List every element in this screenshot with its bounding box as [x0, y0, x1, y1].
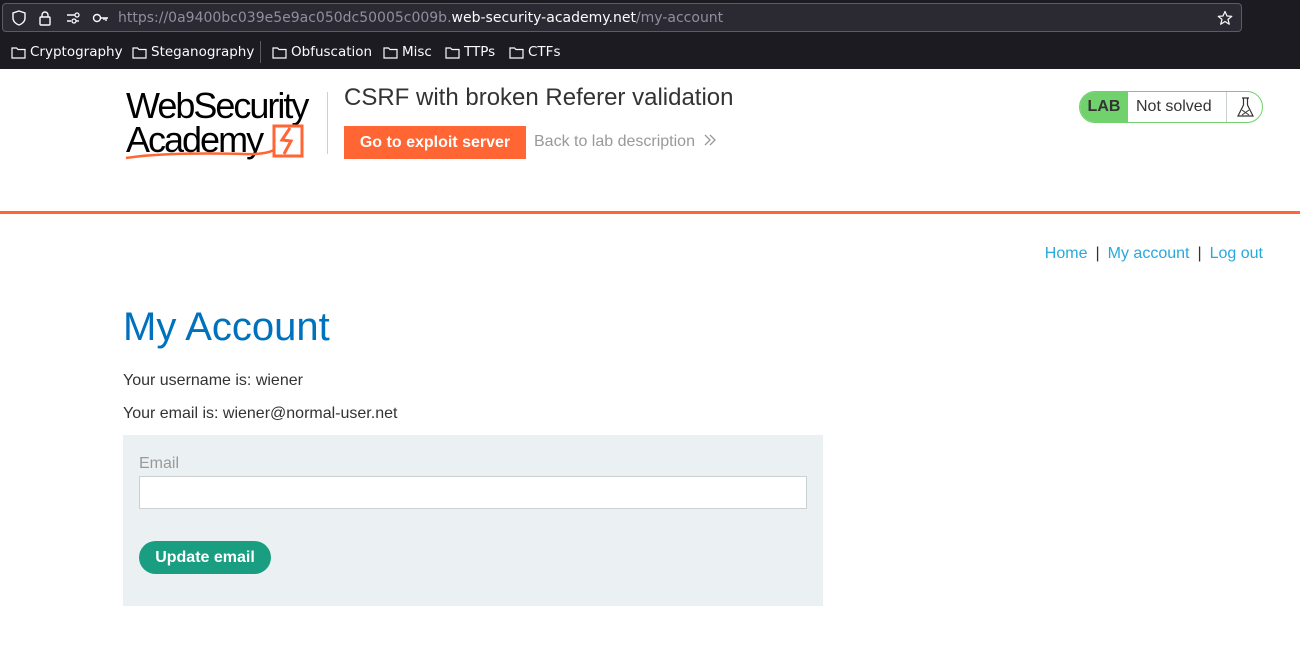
folder-icon [445, 46, 460, 59]
shield-icon[interactable] [11, 10, 27, 26]
bookmark-label: Misc [402, 44, 432, 60]
bookmark-folder-obfuscation[interactable]: Obfuscation [272, 43, 372, 61]
page-title: My Account [123, 305, 330, 349]
flask-icon [1226, 92, 1262, 122]
folder-icon [509, 46, 524, 59]
bookmark-label: Obfuscation [291, 44, 373, 60]
url-bar[interactable]: https://0a9400bc039e5e9ac050dc50005c009b… [2, 3, 1242, 32]
url-text[interactable]: https://0a9400bc039e5e9ac050dc50005c009b… [118, 9, 723, 27]
browser-chrome: https://0a9400bc039e5e9ac050dc50005c009b… [0, 0, 1300, 69]
folder-icon [272, 46, 287, 59]
key-icon[interactable] [92, 10, 108, 26]
email-text: Your email is: wiener@normal-user.net [123, 405, 398, 422]
email-input[interactable] [139, 476, 807, 509]
logo-divider [327, 92, 328, 154]
lab-label: LAB [1080, 92, 1128, 122]
bookmarks-toolbar: Cryptography Steganography Obfuscation M… [0, 38, 1300, 66]
nav-separator: | [1197, 245, 1202, 262]
username-text: Your username is: wiener [123, 372, 303, 389]
folder-icon [383, 46, 398, 59]
bookmark-folder-ttps[interactable]: TTPs [445, 43, 495, 61]
bookmark-label: Cryptography [30, 44, 123, 60]
update-email-button[interactable]: Update email [139, 541, 271, 574]
home-link[interactable]: Home [1045, 245, 1088, 262]
double-chevron-right-icon [703, 133, 717, 151]
header-divider [0, 211, 1300, 214]
back-to-lab-description-link[interactable]: Back to lab description [534, 133, 717, 151]
lab-status-badge: LAB Not solved [1079, 91, 1263, 123]
my-account-link[interactable]: My account [1108, 245, 1190, 262]
account-nav: Home | My account | Log out [1045, 245, 1263, 263]
lock-icon[interactable] [37, 10, 53, 26]
bookmark-star-icon[interactable] [1217, 10, 1233, 26]
bookmark-folder-cryptography[interactable]: Cryptography [11, 43, 123, 61]
log-out-link[interactable]: Log out [1210, 245, 1263, 262]
bookmarks-separator [260, 41, 261, 63]
bookmark-label: TTPs [464, 44, 496, 60]
exploit-server-button[interactable]: Go to exploit server [344, 126, 526, 159]
change-email-form: Email Update email [123, 435, 823, 606]
lab-status-text: Not solved [1136, 98, 1212, 115]
folder-icon [11, 46, 26, 59]
back-link-label: Back to lab description [534, 133, 695, 150]
bookmark-folder-ctfs[interactable]: CTFs [509, 43, 560, 61]
folder-icon [132, 46, 147, 59]
bookmark-label: CTFs [528, 44, 561, 60]
email-label: Email [139, 455, 180, 472]
logo-lightning-icon [125, 124, 304, 160]
web-security-academy-logo[interactable]: WebSecurity Academy [124, 88, 324, 162]
bookmark-folder-steganography[interactable]: Steganography [132, 43, 254, 61]
bookmark-label: Steganography [151, 44, 255, 60]
nav-separator: | [1095, 245, 1100, 262]
permissions-icon[interactable] [65, 10, 81, 26]
lab-title: CSRF with broken Referer validation [344, 84, 734, 111]
bookmark-folder-misc[interactable]: Misc [383, 43, 432, 61]
